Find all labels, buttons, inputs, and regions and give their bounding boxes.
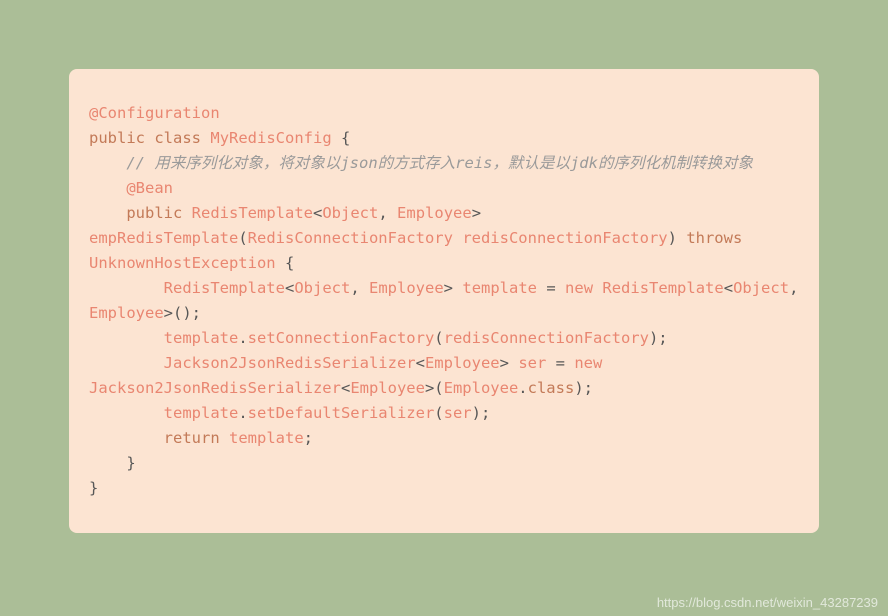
code-token: < [285,279,294,297]
code-token: Employee [350,379,425,397]
code-token: ); [574,379,593,397]
code-token: < [313,204,322,222]
code-token: setDefaultSerializer [248,404,435,422]
code-token: Employee [425,354,500,372]
code-token: class [154,129,201,147]
code-token: RedisConnectionFactory [248,229,453,247]
code-token: ) [668,229,677,247]
code-token: return [164,429,220,447]
code-token: > [472,204,481,222]
code-token: MyRedisConfig [210,129,331,147]
code-token: ( [434,329,443,347]
code-token: ( [434,404,443,422]
code-token: @Configuration [89,104,220,122]
code-token: Jackson2JsonRedisSerializer [89,379,341,397]
code-token: redisConnectionFactory [444,329,649,347]
code-token: RedisTemplate [164,279,285,297]
code-token: Employee [444,379,519,397]
code-token: ); [472,404,491,422]
code-token: ser [444,404,472,422]
code-token: , [789,279,798,297]
code-token: >( [425,379,444,397]
code-token: >(); [164,304,201,322]
code-token: Object [294,279,350,297]
code-token: ser [518,354,546,372]
code-token: public [126,204,182,222]
code-token: UnknownHostException [89,254,276,272]
code-token: > [500,354,509,372]
code-token: { [341,129,350,147]
code-token: ; [304,429,313,447]
code-token: < [341,379,350,397]
code-token: < [724,279,733,297]
code-token: RedisTemplate [602,279,723,297]
code-token: Jackson2JsonRedisSerializer [164,354,416,372]
code-token: . [238,329,247,347]
code-token: } [89,479,98,497]
watermark-text: https://blog.csdn.net/weixin_43287239 [657,595,878,610]
code-token: Object [322,204,378,222]
code-token: template [462,279,537,297]
code-token: template [164,329,239,347]
code-token: < [416,354,425,372]
code-token: > [444,279,453,297]
code-token: Employee [89,304,164,322]
code-token: setConnectionFactory [248,329,435,347]
code-token: = [556,354,565,372]
code-token: new [574,354,602,372]
code-token: template [164,404,239,422]
code-token: RedisTemplate [192,204,313,222]
code-comment: // 用来序列化对象，将对象以json的方式存入reis，默认是以jdk的序列化… [126,154,753,172]
code-token: @Bean [126,179,173,197]
code-token: class [528,379,575,397]
code-token: , [350,279,359,297]
code-token: . [518,379,527,397]
code-token: Employee [369,279,444,297]
code-token: = [546,279,555,297]
code-token: , [378,204,387,222]
code-token: ( [238,229,247,247]
code-token: public [89,129,145,147]
code-token: Employee [397,204,472,222]
code-token: } [126,454,135,472]
code-token: ); [649,329,668,347]
code-token: Object [733,279,789,297]
code-token: throws [686,229,742,247]
code-token: redisConnectionFactory [462,229,667,247]
code-token: template [229,429,304,447]
code-token: { [285,254,294,272]
code-token: empRedisTemplate [89,229,238,247]
code-block: @Configuration public class MyRedisConfi… [69,69,819,533]
code-token: new [565,279,593,297]
code-token: . [238,404,247,422]
